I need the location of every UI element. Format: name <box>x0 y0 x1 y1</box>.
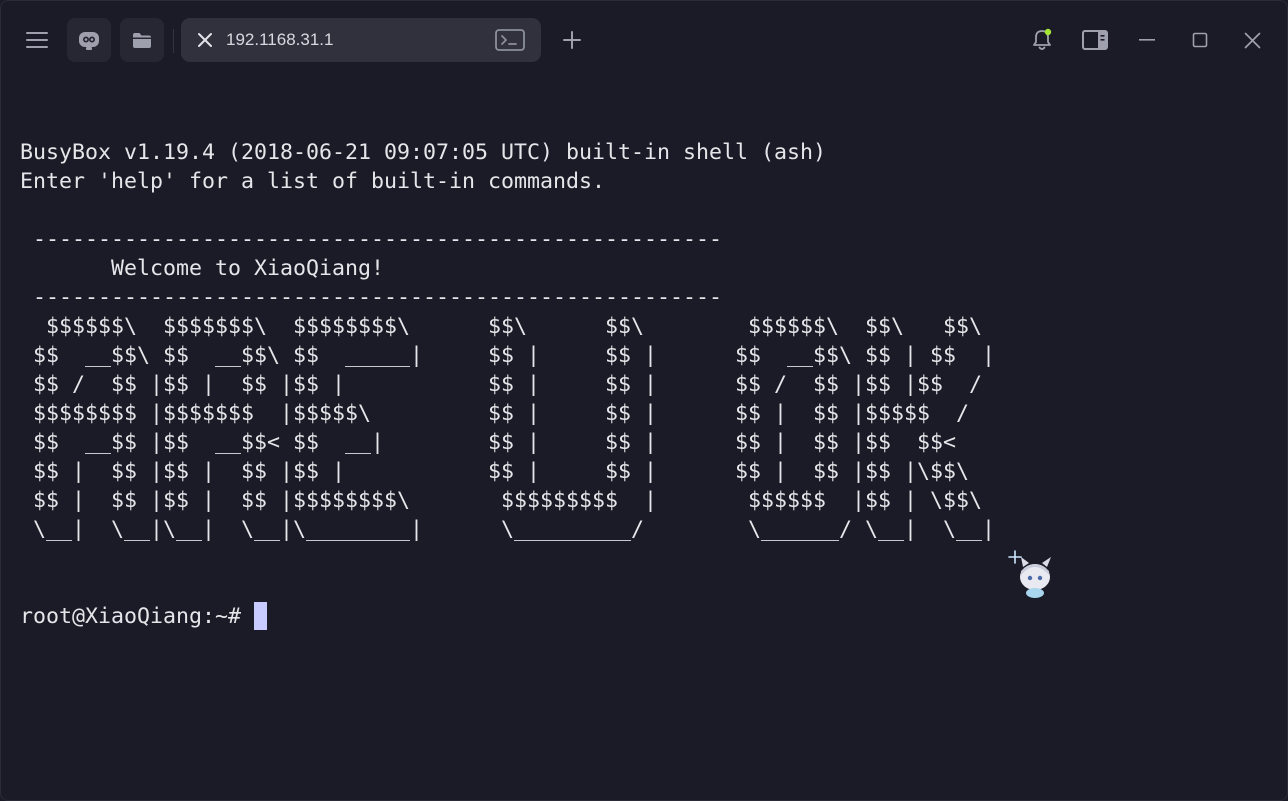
minimize-button[interactable] <box>1125 18 1169 62</box>
terminal-line: $$ __$$ |$$ __$$< $$ __| $$ | $$ | $$ | … <box>20 430 957 455</box>
close-window-button[interactable] <box>1230 18 1274 62</box>
close-icon <box>198 33 212 47</box>
terminal-icon <box>495 29 525 51</box>
maximize-button[interactable] <box>1178 18 1222 62</box>
text-cursor <box>254 602 268 630</box>
minimize-icon <box>1139 39 1155 41</box>
close-icon <box>1244 32 1260 48</box>
title-bar: 192.1168.31.1 <box>1 1 1287 81</box>
terminal-line: ----------------------------------------… <box>20 227 723 252</box>
ai-assistant-button[interactable] <box>67 18 111 62</box>
bell-icon <box>1033 28 1052 50</box>
hamburger-menu-icon <box>26 32 48 48</box>
tab-terminal-button[interactable] <box>493 27 527 53</box>
menu-button[interactable] <box>15 18 59 62</box>
new-tab-button[interactable] <box>550 18 594 62</box>
terminal-line: ----------------------------------------… <box>20 285 723 310</box>
sidebar-panel-icon <box>1082 30 1108 50</box>
maximize-icon <box>1192 32 1208 48</box>
tab-title: 192.1168.31.1 <box>226 30 334 49</box>
tab-close-button[interactable] <box>191 26 219 54</box>
notifications-button[interactable] <box>1020 18 1064 62</box>
terminal-line: $$ | $$ |$$ | $$ |$$ | $$ | $$ | $$ | $$… <box>20 459 970 484</box>
robot-icon <box>79 32 99 50</box>
prompt-line[interactable]: root@XiaoQiang:~# <box>20 602 1287 631</box>
terminal-line: Enter 'help' for a list of built-in comm… <box>20 169 606 194</box>
terminal-line: BusyBox v1.19.4 (2018-06-21 09:07:05 UTC… <box>20 140 827 165</box>
terminal-line: $$ | $$ |$$ | $$ |$$$$$$$$\ $$$$$$$$$ | … <box>20 488 983 513</box>
terminal-line: \__| \__|\__| \__|\________| \_________/… <box>20 517 996 542</box>
plus-icon <box>563 31 581 49</box>
shell-prompt: root@XiaoQiang:~# <box>20 604 242 629</box>
terminal-window: 192.1168.31.1 BusyBox v1.19.4 (2018-06-2… <box>0 0 1288 801</box>
terminal-output[interactable]: BusyBox v1.19.4 (2018-06-21 09:07:05 UTC… <box>20 138 1287 800</box>
folder-icon <box>133 32 151 48</box>
toolbar-divider <box>173 29 174 53</box>
terminal-line: $$ / $$ |$$ | $$ |$$ | $$ | $$ | $$ / $$… <box>20 372 983 397</box>
sftp-folder-button[interactable] <box>120 18 164 62</box>
terminal-line: $$$$$$$$ |$$$$$$$ |$$$$$\ $$ | $$ | $$ |… <box>20 401 970 426</box>
terminal-line: $$$$$$\ $$$$$$$\ $$$$$$$$\ $$\ $$\ $$$$$… <box>20 314 983 339</box>
terminal-line: Welcome to XiaoQiang! <box>20 256 385 281</box>
session-tab[interactable]: 192.1168.31.1 <box>181 18 541 62</box>
terminal-line: $$ __$$\ $$ __$$\ $$ _____| $$ | $$ | $$… <box>20 343 996 368</box>
mascot-sticker-icon <box>1008 550 1051 598</box>
toggle-panel-button[interactable] <box>1073 18 1117 62</box>
